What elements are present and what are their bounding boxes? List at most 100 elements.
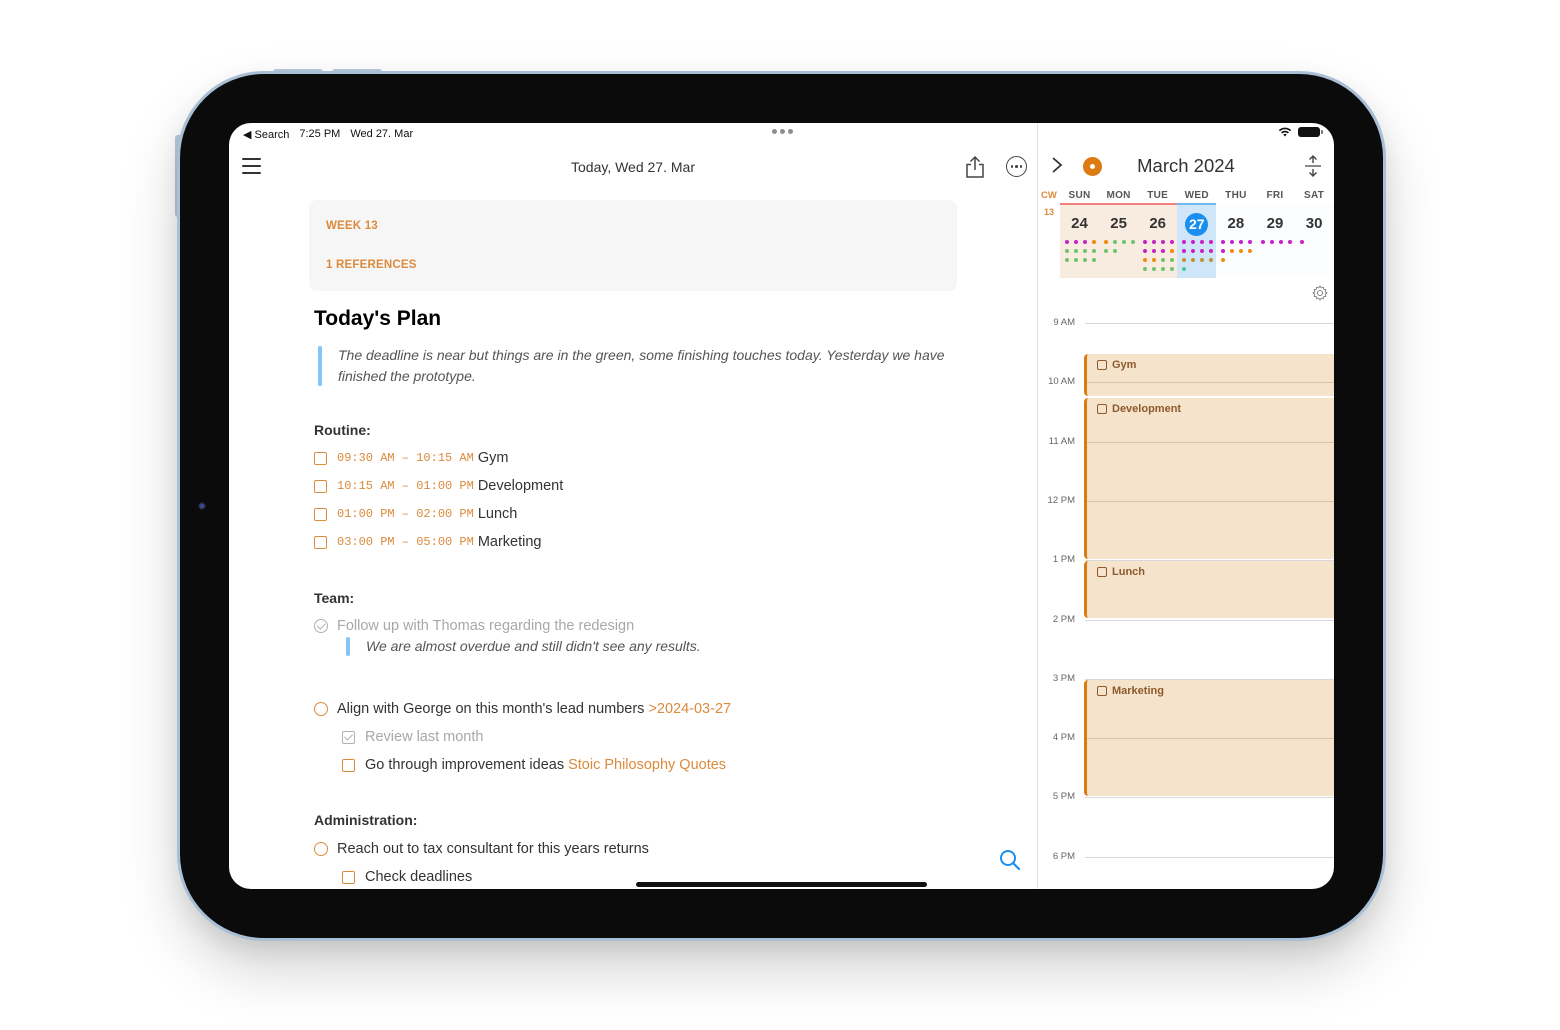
event-dot bbox=[1092, 258, 1096, 262]
event-dot bbox=[1200, 258, 1205, 262]
event-dot bbox=[1248, 240, 1253, 244]
event-dot bbox=[1074, 258, 1078, 262]
weekday-label: THU bbox=[1225, 190, 1247, 201]
event-dot bbox=[1269, 240, 1274, 244]
task-item: Align with George on this month's lead n… bbox=[314, 701, 731, 717]
weekday-label: SUN bbox=[1068, 190, 1091, 201]
event-dot bbox=[1074, 249, 1078, 253]
note-link[interactable]: Stoic Philosophy Quotes bbox=[568, 757, 726, 773]
section-routine: Routine: bbox=[314, 422, 371, 438]
expand-collapse-icon[interactable] bbox=[1303, 154, 1323, 178]
event-title: Development bbox=[1097, 403, 1181, 415]
hour-label: 11 AM bbox=[1048, 435, 1075, 447]
routine-item: 10:15 AM – 01:00 PM Development bbox=[314, 478, 563, 494]
event-dot bbox=[1200, 240, 1205, 244]
event-dot bbox=[1209, 258, 1214, 262]
section-administration: Administration: bbox=[314, 812, 418, 828]
hour-label: 6 PM bbox=[1052, 850, 1075, 862]
weekday-label: SAT bbox=[1304, 190, 1325, 201]
checkbox[interactable] bbox=[314, 507, 327, 521]
hour-line bbox=[1087, 738, 1334, 740]
task-circle[interactable] bbox=[314, 842, 328, 856]
event-dot bbox=[1152, 240, 1157, 244]
event-dot bbox=[1092, 240, 1096, 244]
calendar-week-number: 13 bbox=[1044, 207, 1055, 217]
more-options-icon[interactable] bbox=[1006, 156, 1027, 177]
event-dot bbox=[1065, 240, 1069, 244]
calendar-day[interactable]: 24 bbox=[1060, 203, 1099, 278]
event-dots bbox=[1221, 240, 1253, 262]
event-dot bbox=[1152, 267, 1157, 271]
checkbox[interactable] bbox=[314, 535, 327, 549]
hour-row: 6 PM bbox=[1038, 851, 1334, 862]
subtask-item: Check deadlines bbox=[342, 869, 472, 885]
event-checkbox[interactable] bbox=[1097, 404, 1107, 415]
event-dot bbox=[1152, 258, 1157, 262]
calendar-event[interactable]: Marketing bbox=[1084, 679, 1334, 797]
subtask-item: Go through improvement ideas Stoic Philo… bbox=[342, 757, 726, 773]
event-checkbox[interactable] bbox=[1097, 685, 1107, 696]
checkbox[interactable] bbox=[314, 479, 327, 493]
hour-label: 9 AM bbox=[1053, 317, 1075, 328]
search-icon[interactable] bbox=[999, 849, 1021, 871]
event-dot bbox=[1161, 267, 1166, 271]
calendar-day[interactable]: 30 bbox=[1295, 203, 1334, 278]
checkbox[interactable] bbox=[342, 870, 355, 884]
event-dots bbox=[1104, 240, 1136, 253]
event-title: Marketing bbox=[1097, 685, 1164, 697]
event-dot bbox=[1104, 240, 1109, 244]
calendar-day[interactable]: 28 bbox=[1216, 203, 1255, 278]
intro-quote: The deadline is near but things are in t… bbox=[314, 345, 954, 387]
event-dot bbox=[1182, 249, 1187, 253]
calendar-day[interactable]: 26 bbox=[1138, 203, 1177, 278]
event-checkbox[interactable] bbox=[1097, 359, 1107, 370]
task-circle[interactable] bbox=[314, 702, 328, 716]
checkbox-checked[interactable] bbox=[342, 730, 355, 744]
hour-line bbox=[1087, 500, 1334, 502]
calendar-day[interactable]: 29 bbox=[1256, 203, 1295, 278]
week-link[interactable]: WEEK 13 bbox=[326, 220, 378, 232]
calendar-day[interactable]: 27 bbox=[1177, 203, 1216, 278]
event-dot bbox=[1143, 240, 1148, 244]
month-title[interactable]: March 2024 bbox=[1038, 155, 1334, 177]
event-dot bbox=[1278, 240, 1283, 244]
calendar-event[interactable]: Development bbox=[1084, 398, 1334, 560]
routine-item: 03:00 PM – 05:00 PM Marketing bbox=[314, 534, 542, 550]
routine-item: 01:00 PM – 02:00 PM Lunch bbox=[314, 506, 517, 522]
home-indicator[interactable] bbox=[636, 882, 927, 887]
event-dot bbox=[1152, 249, 1157, 253]
checkbox[interactable] bbox=[314, 451, 327, 465]
event-checkbox[interactable] bbox=[1097, 567, 1107, 578]
event-dot bbox=[1239, 249, 1244, 253]
event-dots bbox=[1143, 240, 1175, 271]
event-dot bbox=[1221, 249, 1226, 253]
event-dot bbox=[1182, 267, 1187, 271]
event-dot bbox=[1191, 258, 1196, 262]
calendar-day[interactable]: 25 bbox=[1099, 203, 1138, 278]
day-number: 30 bbox=[1305, 215, 1323, 232]
event-dot bbox=[1161, 258, 1166, 262]
note-meta-box: WEEK 13 1 REFERENCES bbox=[309, 200, 957, 291]
event-dot bbox=[1065, 258, 1069, 262]
day-number: 27 bbox=[1185, 213, 1209, 236]
day-number: 26 bbox=[1149, 215, 1167, 232]
hour-row: 2 PM bbox=[1038, 614, 1334, 625]
event-dot bbox=[1248, 249, 1253, 253]
event-dot bbox=[1122, 240, 1127, 244]
event-dots bbox=[1065, 240, 1097, 262]
event-dot bbox=[1083, 249, 1087, 253]
calendar-event[interactable]: Lunch bbox=[1084, 561, 1334, 619]
weekday-label: TUE bbox=[1147, 190, 1169, 201]
task-check-done[interactable] bbox=[314, 619, 328, 633]
checkbox[interactable] bbox=[342, 758, 355, 772]
event-dot bbox=[1143, 258, 1148, 262]
references-link[interactable]: 1 REFERENCES bbox=[326, 259, 417, 271]
note-title: Today's Plan bbox=[314, 307, 442, 330]
event-dot bbox=[1170, 267, 1175, 271]
event-dot bbox=[1230, 249, 1235, 253]
calendar-event[interactable]: Gym bbox=[1084, 353, 1334, 397]
date-link[interactable]: >2024-03-27 bbox=[648, 701, 731, 717]
event-dot bbox=[1200, 249, 1205, 253]
gear-icon[interactable] bbox=[1312, 285, 1328, 301]
share-icon[interactable] bbox=[964, 155, 986, 179]
